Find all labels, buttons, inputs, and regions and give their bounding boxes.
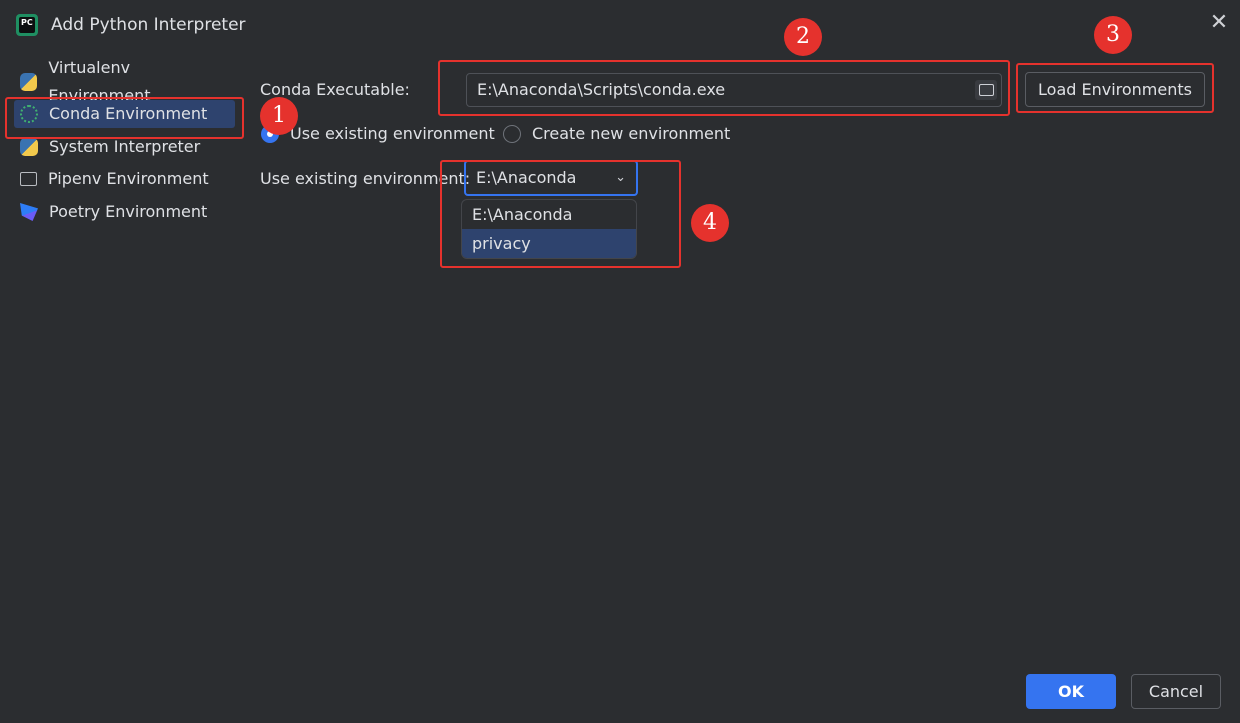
create-new-radio-label[interactable]: Create new environment <box>532 124 730 143</box>
existing-environment-label: Use existing environment: <box>260 169 471 188</box>
cancel-button[interactable]: Cancel <box>1131 674 1221 709</box>
python-icon <box>20 73 38 91</box>
conda-executable-label: Conda Executable: <box>260 80 410 99</box>
ok-button[interactable]: OK <box>1026 674 1116 709</box>
window-title: Add Python Interpreter <box>51 15 246 35</box>
pycharm-logo-icon: PC <box>16 14 38 36</box>
folder-icon <box>20 172 37 186</box>
sidebar-item-pipenv[interactable]: Pipenv Environment <box>20 165 230 193</box>
annotation-badge-4: 4 <box>691 204 729 242</box>
app-icon-text: PC <box>21 18 33 27</box>
create-new-radio[interactable] <box>503 125 521 143</box>
close-icon[interactable]: ✕ <box>1208 12 1230 34</box>
annotation-badge-2: 2 <box>784 18 822 56</box>
annotation-box-2 <box>438 60 1010 116</box>
sidebar-item-label: Pipenv Environment <box>48 169 209 188</box>
sidebar-item-virtualenv[interactable]: Virtualenv Environment <box>20 58 230 105</box>
annotation-box-1 <box>5 97 244 139</box>
sidebar-item-poetry[interactable]: Poetry Environment <box>20 198 230 226</box>
sidebar-item-label: Poetry Environment <box>49 202 208 221</box>
annotation-box-4 <box>440 160 681 268</box>
use-existing-radio-label[interactable]: Use existing environment <box>290 124 495 143</box>
annotation-badge-1: 1 <box>260 97 298 135</box>
python-icon <box>20 138 38 156</box>
annotation-box-3 <box>1016 63 1214 113</box>
poetry-icon <box>20 203 38 221</box>
annotation-badge-3: 3 <box>1094 16 1132 54</box>
